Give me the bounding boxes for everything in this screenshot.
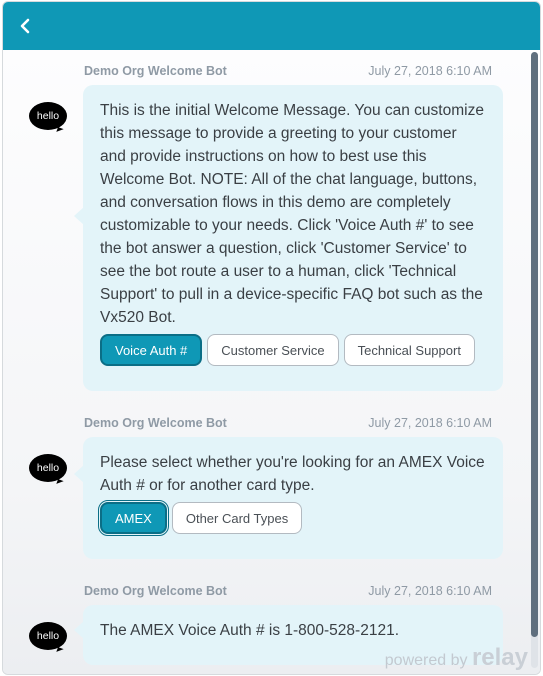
chat-header (3, 2, 540, 50)
message-meta: Demo Org Welcome Bot July 27, 2018 6:10 … (84, 584, 492, 602)
amex-button[interactable]: AMEX (98, 500, 169, 536)
message-timestamp: July 27, 2018 6:10 AM (368, 584, 492, 598)
bot-avatar: hello (29, 454, 67, 482)
voice-auth-button[interactable]: Voice Auth # (100, 334, 203, 366)
message-meta: Demo Org Welcome Bot July 27, 2018 6:10 … (84, 64, 492, 82)
message-meta: Demo Org Welcome Bot July 27, 2018 6:10 … (84, 416, 492, 434)
message-bubble: Please select whether you're looking for… (74, 437, 503, 559)
other-card-types-button[interactable]: Other Card Types (171, 502, 303, 534)
chat-transcript[interactable]: Demo Org Welcome Bot July 27, 2018 6:10 … (3, 50, 540, 674)
message-text: Please select whether you're looking for… (100, 454, 485, 494)
message-text: This is the initial Welcome Message. You… (100, 102, 484, 326)
powered-by-branding: powered by relay (385, 644, 528, 672)
sender-name: Demo Org Welcome Bot (84, 416, 227, 430)
brand-logo: relay (471, 644, 528, 671)
bot-avatar: hello (29, 102, 67, 130)
scrollbar-thumb[interactable] (531, 52, 538, 637)
message-timestamp: July 27, 2018 6:10 AM (368, 64, 492, 78)
scrollbar[interactable] (531, 52, 538, 668)
message-bubble: This is the initial Welcome Message. You… (74, 85, 503, 391)
powered-by-text: powered by (384, 652, 468, 669)
chevron-left-icon (20, 18, 30, 34)
chat-window: Demo Org Welcome Bot July 27, 2018 6:10 … (2, 1, 541, 675)
bot-avatar: hello (29, 622, 67, 650)
message-timestamp: July 27, 2018 6:10 AM (368, 416, 492, 430)
back-button[interactable] (11, 12, 39, 40)
sender-name: Demo Org Welcome Bot (84, 64, 227, 78)
sender-name: Demo Org Welcome Bot (84, 584, 227, 598)
technical-support-button[interactable]: Technical Support (343, 334, 475, 366)
customer-service-button[interactable]: Customer Service (207, 334, 339, 366)
quick-reply-buttons: Voice Auth # Customer Service Technical … (100, 334, 486, 366)
message-text: The AMEX Voice Auth # is 1-800-528-2121. (100, 622, 399, 639)
quick-reply-buttons: AMEX Other Card Types (98, 500, 486, 536)
